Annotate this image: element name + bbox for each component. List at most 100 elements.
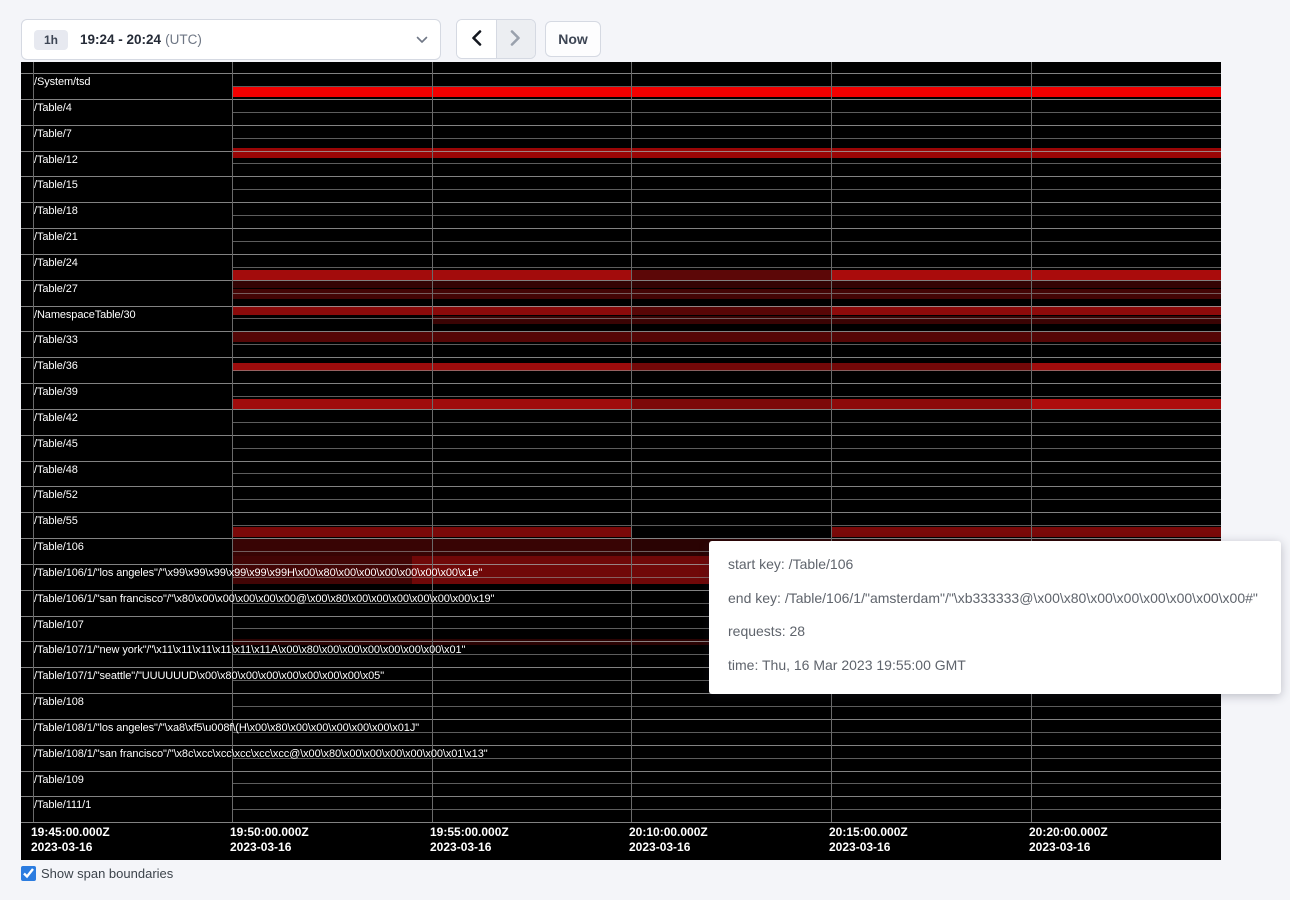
heat-bar <box>631 306 831 315</box>
span-boundary-line <box>21 99 1221 100</box>
now-button[interactable]: Now <box>545 21 601 57</box>
heat-bar <box>1031 399 1221 409</box>
heat-bar <box>631 399 831 409</box>
tooltip-start-key: start key: /Table/106 <box>728 554 1262 574</box>
span-boundary-line <box>232 809 1221 810</box>
row-label: /System/tsd <box>34 76 90 88</box>
axis-tick-date: 2023-03-16 <box>629 840 708 855</box>
span-boundary-line <box>21 435 1221 436</box>
span-boundary-line <box>232 525 1221 526</box>
axis-tick-date: 2023-03-16 <box>230 840 309 855</box>
span-boundary-line <box>21 822 1221 823</box>
row-label: /Table/12 <box>34 154 78 166</box>
prev-time-button[interactable] <box>457 20 496 58</box>
timezone-label: (UTC) <box>165 32 202 47</box>
duration-badge: 1h <box>34 30 68 50</box>
axis-tick: 20:20:00.000Z2023-03-16 <box>1029 825 1108 855</box>
span-boundary-line <box>21 538 1221 539</box>
time-nav-group <box>456 19 536 59</box>
row-label: /Table/108 <box>34 696 84 708</box>
span-boundary-line <box>232 370 1221 371</box>
axis-tick-time: 19:50:00.000Z <box>230 825 309 840</box>
row-label: /Table/48 <box>34 464 78 476</box>
heat-bar <box>233 281 1221 288</box>
row-label: /Table/108/1/"los angeles"/"\xa8\xf5\u00… <box>34 722 419 734</box>
heat-bar <box>233 332 1221 342</box>
axis-tick-date: 2023-03-16 <box>829 840 908 855</box>
axis-tick-date: 2023-03-16 <box>31 840 110 855</box>
span-boundary-line <box>232 499 1221 500</box>
row-label: /NamespaceTable/30 <box>34 309 136 321</box>
row-label: /Table/106/1/"los angeles"/"\x99\x99\x99… <box>34 567 482 579</box>
span-boundary-line <box>21 512 1221 513</box>
span-boundary-line <box>232 344 1221 345</box>
next-time-button[interactable] <box>496 20 535 58</box>
row-label: /Table/107/1/"seattle"/"UUUUUUD\x00\x80\… <box>34 670 384 682</box>
chevron-down-icon <box>416 36 428 44</box>
time-gridline <box>1031 62 1032 822</box>
span-boundary-line <box>21 151 1221 152</box>
span-boundary-line <box>232 267 1221 268</box>
row-label: /Table/107/1/"new york"/"\x11\x11\x11\x1… <box>34 644 465 656</box>
time-gridline <box>631 62 632 822</box>
span-boundary-line <box>232 706 1221 707</box>
axis-tick-time: 19:45:00.000Z <box>31 825 110 840</box>
axis-tick: 19:45:00.000Z2023-03-16 <box>31 825 110 855</box>
span-boundary-line <box>232 241 1221 242</box>
row-label: /Table/111/1 <box>34 799 91 811</box>
row-label: /Table/42 <box>34 412 78 424</box>
span-boundary-line <box>21 228 1221 229</box>
axis-tick-date: 2023-03-16 <box>430 840 509 855</box>
span-boundary-line <box>232 215 1221 216</box>
span-boundary-line <box>21 125 1221 126</box>
key-visualizer-canvas[interactable]: /System/tsd/Table/4/Table/7/Table/12/Tab… <box>21 62 1221 860</box>
time-range-label: 19:24 - 20:24 <box>80 32 161 47</box>
span-boundary-line <box>21 461 1221 462</box>
span-boundary-line <box>21 796 1221 797</box>
show-span-boundaries-label: Show span boundaries <box>41 866 173 881</box>
row-label: /Table/52 <box>34 489 78 501</box>
heat-bar <box>233 148 1221 158</box>
span-boundary-line <box>21 254 1221 255</box>
row-label: /Table/18 <box>34 205 78 217</box>
heat-bar <box>233 289 1221 299</box>
span-boundary-line <box>232 422 1221 423</box>
span-boundary-line <box>232 138 1221 139</box>
chevron-left-icon <box>471 30 482 49</box>
heat-bar <box>831 306 1221 315</box>
span-boundary-line <box>232 189 1221 190</box>
row-label: /Table/4 <box>34 102 72 114</box>
axis-tick-time: 20:10:00.000Z <box>629 825 708 840</box>
span-boundary-line <box>21 306 1221 307</box>
row-label: /Table/107 <box>34 619 84 631</box>
span-boundary-line <box>21 383 1221 384</box>
time-range-selector[interactable]: 1h 19:24 - 20:24 (UTC) <box>21 19 441 60</box>
axis-tick: 19:55:00.000Z2023-03-16 <box>430 825 509 855</box>
span-boundary-line <box>21 486 1221 487</box>
row-label: /Table/45 <box>34 438 78 450</box>
span-boundary-line <box>232 396 1221 397</box>
tooltip-end-key: end key: /Table/106/1/"amsterdam"/"\xb33… <box>728 588 1262 608</box>
row-label: /Table/7 <box>34 128 72 140</box>
footer: Show span boundaries <box>21 866 173 881</box>
span-boundary-line <box>232 112 1221 113</box>
span-boundary-line <box>232 448 1221 449</box>
heat-bar <box>233 87 1221 97</box>
show-span-boundaries-checkbox[interactable] <box>21 866 36 881</box>
heat-bar <box>831 270 1221 280</box>
time-gridline <box>232 62 233 822</box>
chevron-right-icon <box>510 30 521 49</box>
span-boundary-line <box>232 473 1221 474</box>
span-boundary-line <box>21 73 1221 74</box>
span-boundary-line <box>232 293 1221 294</box>
row-label: /Table/55 <box>34 515 78 527</box>
axis-tick-time: 19:55:00.000Z <box>430 825 509 840</box>
span-boundary-line <box>21 409 1221 410</box>
span-boundary-line <box>21 202 1221 203</box>
axis-tick: 20:10:00.000Z2023-03-16 <box>629 825 708 855</box>
heat-bar <box>831 527 1221 537</box>
tooltip-requests: requests: 28 <box>728 621 1262 641</box>
span-boundary-line <box>21 719 1221 720</box>
row-label: /Table/106 <box>34 541 84 553</box>
span-boundary-line <box>21 331 1221 332</box>
